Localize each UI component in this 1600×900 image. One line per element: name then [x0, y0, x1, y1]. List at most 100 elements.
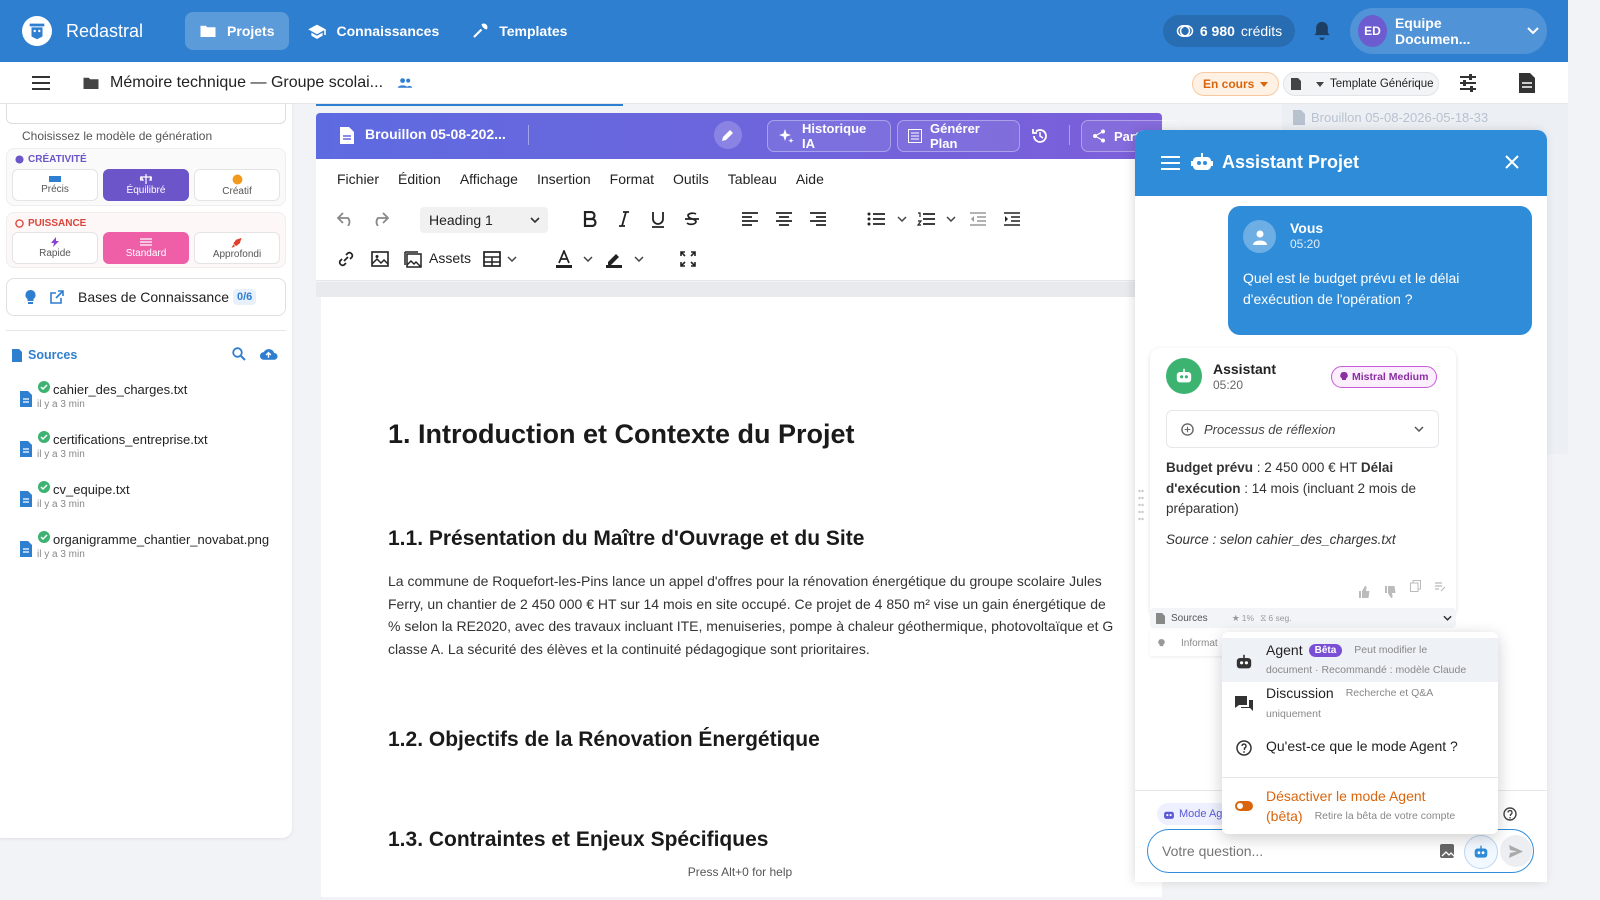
- pencil-icon[interactable]: [714, 121, 742, 149]
- source-item[interactable]: cahier_des_charges.txt il y a 3 min: [16, 378, 286, 420]
- model-select-box[interactable]: [6, 104, 286, 124]
- heading-1[interactable]: 1. Introduction et Contexte du Projet: [388, 419, 855, 450]
- team-menu[interactable]: ED Equipe Documen...: [1350, 8, 1547, 54]
- thumbs-down-icon[interactable]: [1384, 586, 1396, 598]
- table-icon[interactable]: [482, 249, 502, 269]
- text-color-icon[interactable]: [554, 249, 574, 269]
- question-input[interactable]: [1147, 829, 1534, 873]
- sources-collapsible[interactable]: Sources ★ 1% ⧖ 6 seg.: [1150, 608, 1456, 628]
- editor-menubar: Fichier Édition Affichage Insertion Form…: [316, 159, 1162, 199]
- knowledge-bases-button[interactable]: Bases de Connaissance 0/6: [6, 278, 286, 316]
- shared-users-icon[interactable]: [397, 77, 413, 89]
- nav-connaissances[interactable]: Connaissances: [293, 12, 454, 50]
- redo-icon[interactable]: [370, 209, 390, 229]
- underline-icon[interactable]: [648, 209, 668, 229]
- credits-badge[interactable]: 6 980 crédits: [1163, 15, 1295, 47]
- chevron-down-icon[interactable]: [629, 249, 649, 269]
- align-center-icon[interactable]: [774, 209, 794, 229]
- image-icon[interactable]: [370, 249, 390, 269]
- source-item[interactable]: certifications_entreprise.txt il y a 3 m…: [16, 428, 286, 470]
- menu-icon[interactable]: [1161, 156, 1180, 170]
- align-left-icon[interactable]: [740, 209, 760, 229]
- image-attach-icon[interactable]: [1440, 844, 1454, 858]
- highlight-icon[interactable]: [604, 249, 624, 269]
- fullscreen-icon[interactable]: [678, 249, 698, 269]
- menu-insertion[interactable]: Insertion: [537, 171, 591, 187]
- deactivate-title-1: Désactiver le mode Agent: [1266, 788, 1426, 804]
- paragraph-line: La commune de Roquefort-les-Pins lance u…: [388, 573, 1102, 589]
- assets-label[interactable]: Assets: [429, 250, 471, 266]
- template-selector[interactable]: Template Générique: [1283, 72, 1439, 96]
- close-icon[interactable]: [1505, 155, 1519, 169]
- robot-avatar-icon: [1166, 358, 1202, 394]
- bullet-list-icon[interactable]: [866, 209, 886, 229]
- option-approfondi[interactable]: Approfondi: [194, 232, 280, 264]
- chevron-down-icon[interactable]: [941, 209, 961, 229]
- menu-outils[interactable]: Outils: [673, 171, 709, 187]
- nav-projets[interactable]: Projets: [185, 12, 289, 50]
- app-logo[interactable]: [22, 16, 52, 46]
- mode-option-agent[interactable]: Agent Bêta Peut modifier le document · R…: [1222, 638, 1498, 682]
- source-item[interactable]: organigramme_chantier_novabat.png il y a…: [16, 528, 286, 570]
- history-ia-button[interactable]: Historique IA: [767, 120, 891, 152]
- history-icon[interactable]: [1032, 128, 1048, 144]
- help-circle-icon[interactable]: [1503, 807, 1517, 821]
- mode-option-what-is-agent[interactable]: Qu'est-ce que le mode Agent ?: [1222, 728, 1498, 766]
- menu-fichier[interactable]: Fichier: [337, 171, 379, 187]
- menu-affichage[interactable]: Affichage: [460, 171, 518, 187]
- chevron-down-icon[interactable]: [892, 209, 912, 229]
- menu-aide[interactable]: Aide: [796, 171, 824, 187]
- file-text-icon: [1293, 110, 1305, 125]
- thumbs-up-icon[interactable]: [1358, 586, 1370, 598]
- option-standard[interactable]: Standard: [103, 232, 189, 264]
- generate-plan-button[interactable]: Générer Plan: [897, 120, 1020, 152]
- document-page[interactable]: 1. Introduction et Contexte du Projet 1.…: [321, 297, 1162, 897]
- cloud-upload-icon[interactable]: [259, 347, 278, 361]
- drag-handle-icon[interactable]: [1138, 488, 1144, 524]
- thinking-process-toggle[interactable]: Processus de réflexion: [1166, 410, 1439, 448]
- sliders-icon[interactable]: [1458, 73, 1478, 93]
- italic-icon[interactable]: [614, 209, 634, 229]
- chevron-down-icon[interactable]: [578, 249, 598, 269]
- robot-mode-icon[interactable]: [1464, 835, 1498, 869]
- undo-icon[interactable]: [336, 209, 356, 229]
- status-dropdown[interactable]: En cours: [1192, 72, 1280, 96]
- document-icon[interactable]: [1518, 72, 1536, 94]
- heading-1-3[interactable]: 1.3. Contraintes et Enjeux Spécifiques: [388, 828, 768, 852]
- bold-icon[interactable]: [580, 209, 600, 229]
- menu-icon[interactable]: [32, 75, 50, 90]
- align-right-icon[interactable]: [808, 209, 828, 229]
- option-creatif[interactable]: Créatif: [194, 169, 280, 201]
- mode-option-discussion[interactable]: Discussion Recherche et Q&A uniquement: [1222, 682, 1498, 726]
- numbered-list-icon[interactable]: [916, 209, 936, 229]
- menu-format[interactable]: Format: [610, 171, 654, 187]
- mode-option-deactivate[interactable]: Désactiver le mode Agent (bêta) Retire l…: [1222, 782, 1498, 828]
- chevron-down-icon[interactable]: [502, 249, 522, 269]
- bell-icon[interactable]: [1312, 20, 1332, 42]
- question-text-field[interactable]: [1162, 840, 1432, 862]
- search-icon[interactable]: [232, 347, 246, 361]
- history-ia-label: Historique IA: [802, 121, 867, 151]
- option-equilibre[interactable]: Équilibré: [103, 169, 189, 201]
- paragraph[interactable]: La commune de Roquefort-les-Pins lance u…: [388, 570, 1148, 660]
- edit-note-icon[interactable]: [1435, 582, 1446, 592]
- block-format-select[interactable]: Heading 1: [420, 207, 548, 233]
- indent-icon[interactable]: [1002, 209, 1022, 229]
- send-icon[interactable]: [1500, 835, 1532, 867]
- strikethrough-icon[interactable]: [682, 209, 702, 229]
- menu-tableau[interactable]: Tableau: [728, 171, 777, 187]
- source-item[interactable]: cv_equipe.txt il y a 3 min: [16, 478, 286, 520]
- nav-templates[interactable]: Templates: [457, 12, 581, 50]
- outdent-icon[interactable]: [968, 209, 988, 229]
- option-precis[interactable]: Précis: [12, 169, 98, 201]
- heading-1-1[interactable]: 1.1. Présentation du Maître d'Ouvrage et…: [388, 527, 864, 551]
- heading-1-2[interactable]: 1.2. Objectifs de la Rénovation Énergéti…: [388, 728, 820, 752]
- menu-edition[interactable]: Édition: [398, 171, 441, 187]
- link-icon[interactable]: [336, 249, 356, 269]
- draft-list-item[interactable]: Brouillon 05-08-2026-05-18-33: [1293, 110, 1488, 125]
- copy-icon[interactable]: [1410, 580, 1421, 592]
- info-row[interactable]: Informat: [1150, 630, 1230, 656]
- assets-icon[interactable]: [403, 249, 423, 269]
- option-rapide[interactable]: Rapide: [12, 232, 98, 264]
- mode-agent-chip[interactable]: Mode Agent: [1157, 803, 1231, 825]
